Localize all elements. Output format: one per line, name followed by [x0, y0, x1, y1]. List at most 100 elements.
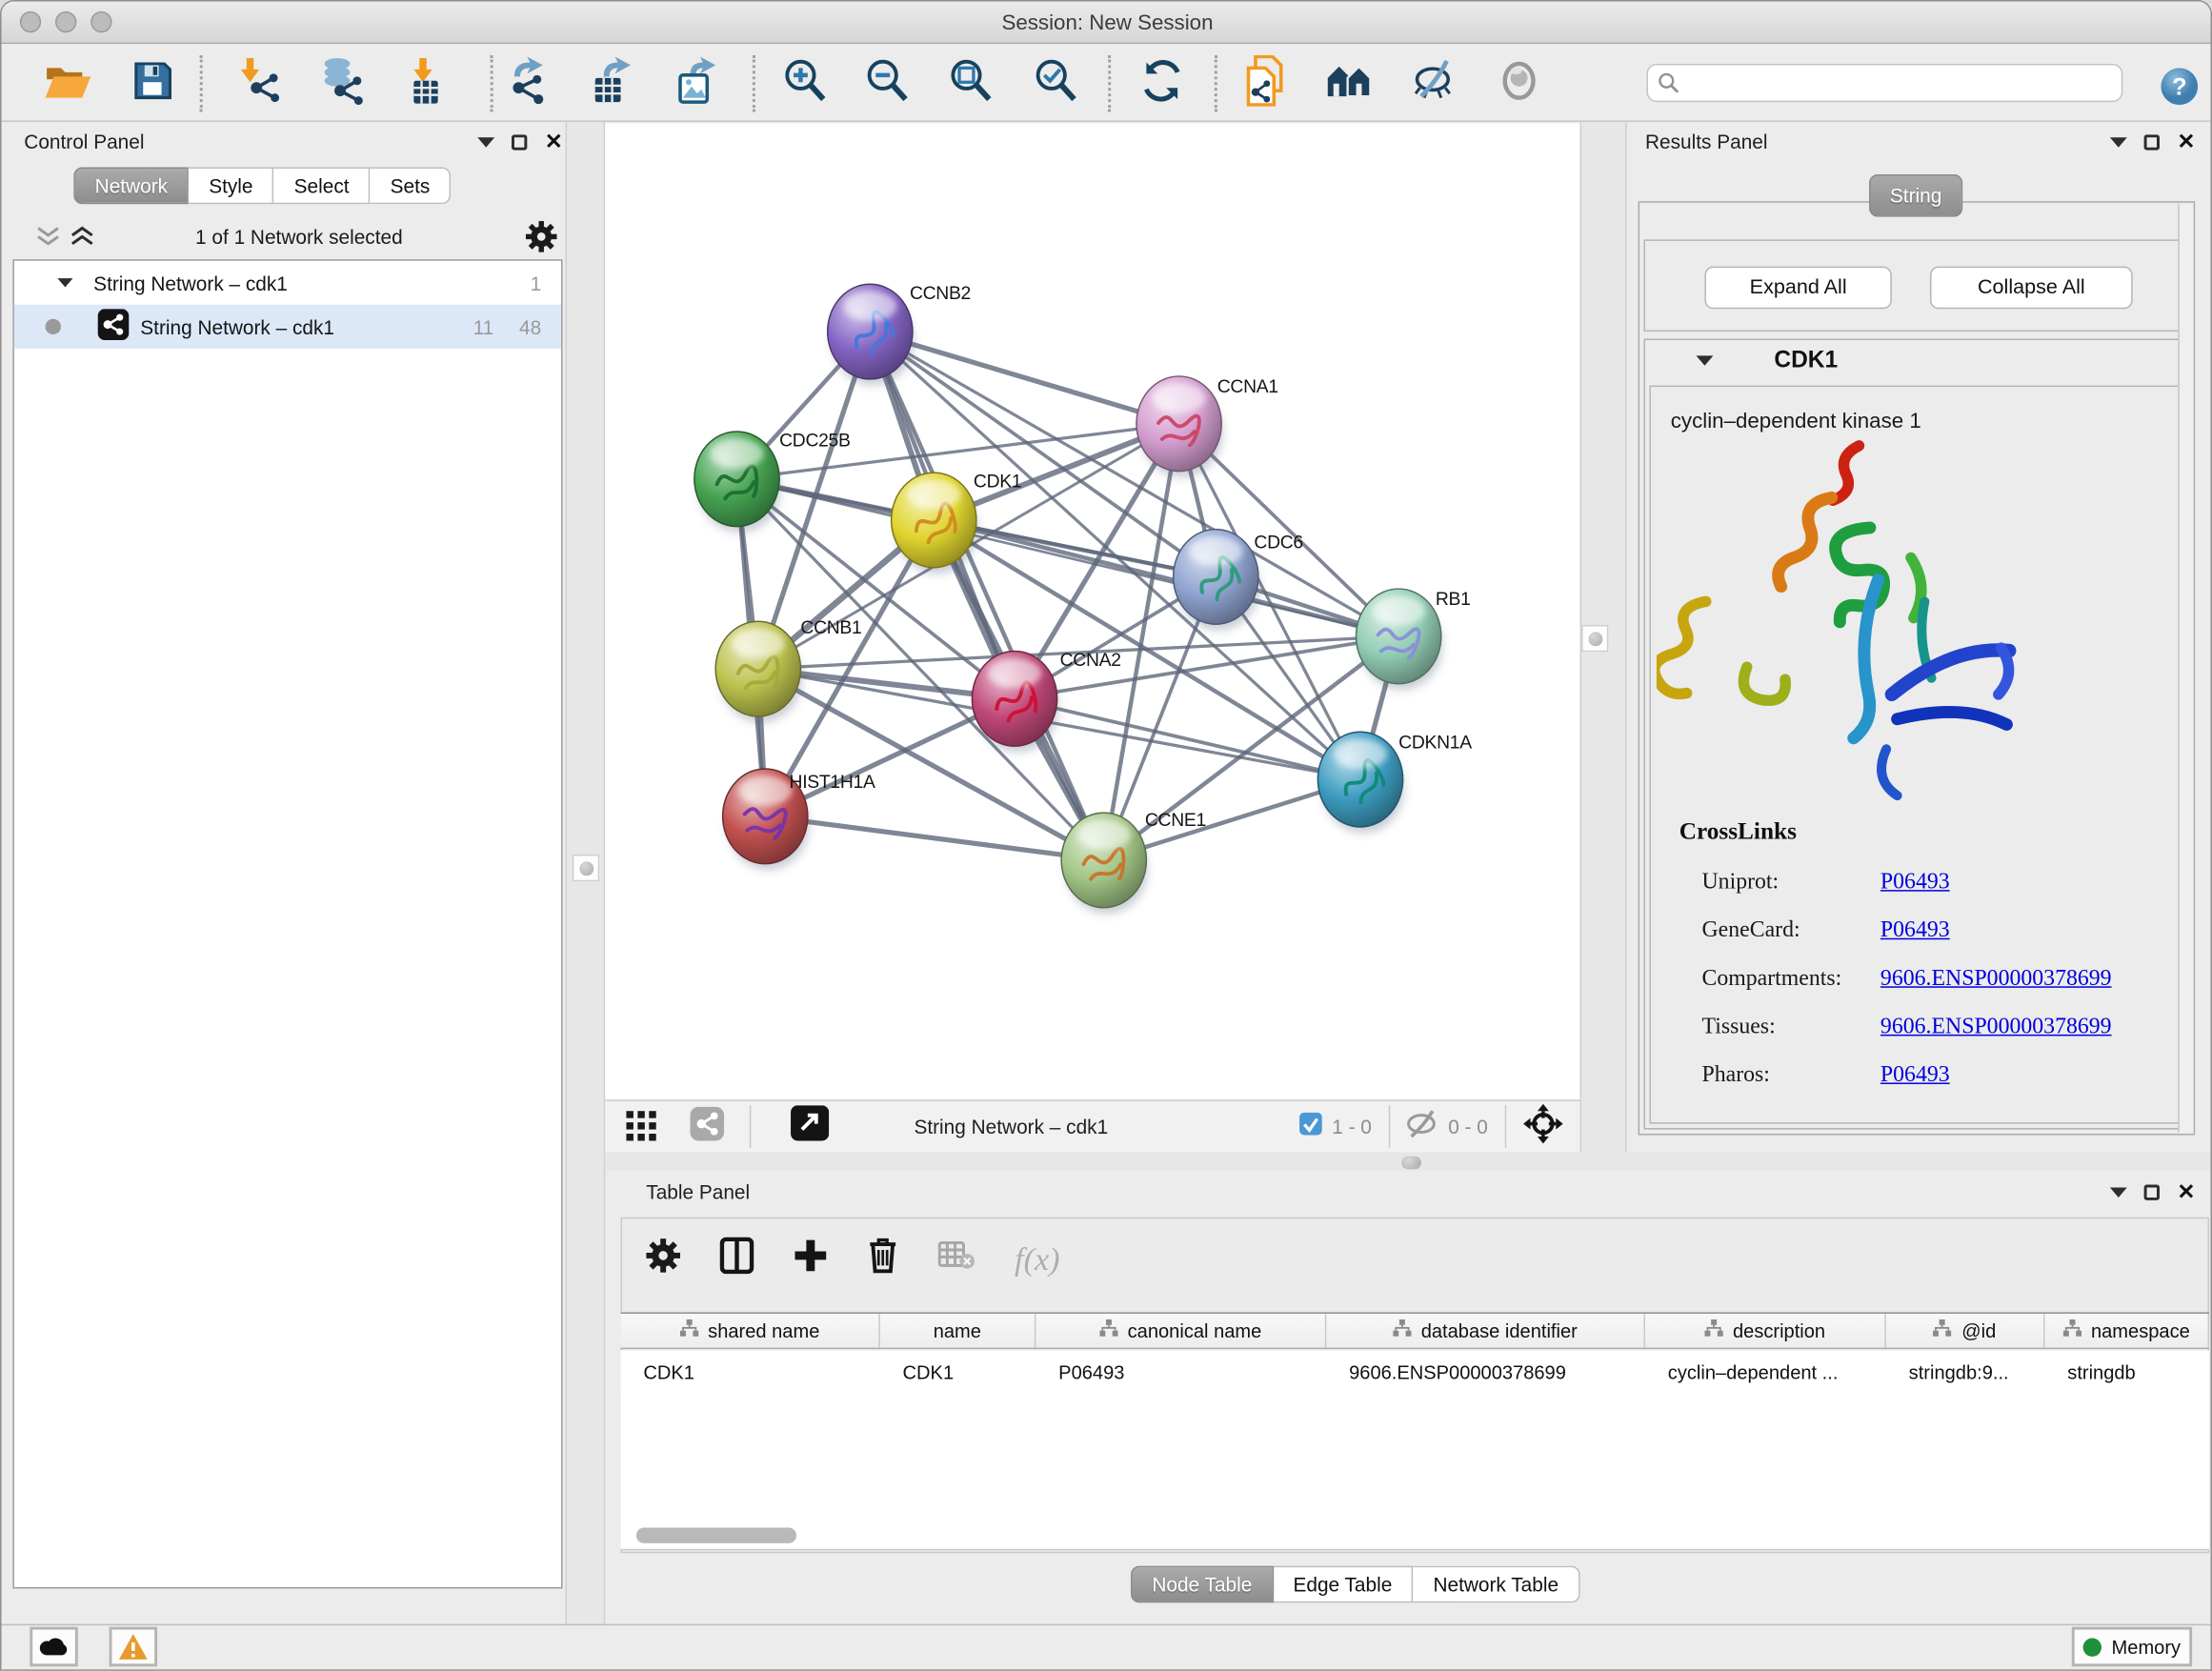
network-node-CCNE1[interactable]: CCNE1: [1061, 811, 1206, 914]
tab-node-table[interactable]: Node Table: [1131, 1566, 1274, 1603]
network-edge-CDK1-RB1[interactable]: [934, 520, 1398, 636]
column-header-namespace[interactable]: namespace: [2044, 1314, 2209, 1348]
search-input[interactable]: [1686, 69, 2122, 97]
add-column-icon[interactable]: [794, 1238, 828, 1279]
column-header-description[interactable]: description: [1645, 1314, 1886, 1348]
left-splitter-handle[interactable]: [573, 855, 599, 881]
hide-eye-slash-icon[interactable]: [1404, 50, 1466, 111]
collection-disclosure-icon[interactable]: [57, 278, 72, 287]
zoom-fit-icon[interactable]: [939, 50, 1001, 111]
table-cell[interactable]: cyclin–dependent ...: [1645, 1351, 1886, 1394]
network-node-HIST1H1A[interactable]: HIST1H1A: [723, 769, 875, 870]
network-node-CCNA2[interactable]: CCNA2: [972, 651, 1120, 753]
show-columns-icon[interactable]: [720, 1238, 754, 1281]
panel-menu-icon[interactable]: [478, 137, 495, 147]
network-edge-CCNB2-CCNA1[interactable]: [870, 332, 1178, 424]
search-box[interactable]: [1646, 64, 2122, 102]
birds-eye-view-icon[interactable]: [625, 1106, 659, 1147]
tab-edge-table[interactable]: Edge Table: [1274, 1566, 1414, 1603]
open-in-new-window-icon[interactable]: [791, 1105, 829, 1148]
cloud-button[interactable]: [30, 1627, 78, 1667]
network-edge-CCNA2-CDKN1A[interactable]: [1015, 698, 1360, 779]
zoom-selected-icon[interactable]: [1024, 50, 1086, 111]
crosslink-compartments-link[interactable]: 9606.ENSP00000378699: [1880, 966, 2112, 992]
import-table-from-file-icon[interactable]: [395, 50, 457, 111]
tab-network-table[interactable]: Network Table: [1414, 1566, 1580, 1603]
export-table-icon[interactable]: [579, 50, 641, 111]
horizontal-splitter-handle[interactable]: [1401, 1157, 1421, 1169]
table-cell[interactable]: 9606.ENSP00000378699: [1326, 1351, 1645, 1394]
panel-menu-icon[interactable]: [2111, 137, 2128, 147]
tab-select[interactable]: Select: [274, 168, 371, 205]
network-node-RB1[interactable]: RB1: [1357, 589, 1471, 690]
crosslink-genecard-link[interactable]: P06493: [1880, 918, 1950, 944]
zoom-out-icon[interactable]: [855, 50, 917, 111]
tab-network[interactable]: Network: [73, 168, 189, 205]
memory-button[interactable]: Memory: [2072, 1627, 2192, 1667]
help-icon[interactable]: ?: [2148, 55, 2210, 117]
network-canvas[interactable]: CCNB2CCNA1CDC25BCDK1CDC6RB1CCNB1CCNA2CDK…: [605, 123, 1579, 1099]
gene-disclosure-icon[interactable]: [1697, 355, 1714, 365]
results-scrollbar[interactable]: [2178, 204, 2193, 1132]
table-horizontal-scrollbar[interactable]: [636, 1528, 796, 1543]
home-icon[interactable]: [1320, 50, 1382, 111]
tab-sets[interactable]: Sets: [371, 168, 452, 205]
export-network-icon[interactable]: [497, 50, 559, 111]
column-header-name[interactable]: name: [880, 1314, 1036, 1348]
close-panel-icon[interactable]: ✕: [2177, 134, 2195, 150]
network-edge-CCNB2-CCNE1[interactable]: [870, 332, 1103, 860]
delete-table-icon[interactable]: [938, 1241, 975, 1277]
import-network-from-file-icon[interactable]: [230, 50, 292, 111]
pan-crosshair-icon[interactable]: [1523, 1103, 1563, 1150]
string-network-badge-icon[interactable]: [690, 1106, 724, 1147]
collapse-all-button[interactable]: Collapse All: [1930, 267, 2133, 310]
float-panel-icon[interactable]: [2144, 134, 2160, 150]
network-edge-HIST1H1A-CCNE1[interactable]: [765, 816, 1104, 860]
table-cell[interactable]: P06493: [1036, 1351, 1326, 1394]
table-cell[interactable]: CDK1: [621, 1351, 880, 1394]
table-cell[interactable]: stringdb: [2044, 1351, 2209, 1394]
network-node-CDC6[interactable]: CDC6: [1174, 530, 1303, 631]
close-panel-icon[interactable]: ✕: [2177, 1184, 2195, 1199]
apply-function-fx-icon[interactable]: f(x): [1015, 1240, 1059, 1278]
network-node-CDKN1A[interactable]: CDKN1A: [1317, 732, 1472, 833]
close-panel-icon[interactable]: ✕: [545, 134, 563, 150]
network-node-CCNB2[interactable]: CCNB2: [828, 284, 971, 386]
network-node-CCNA1[interactable]: CCNA1: [1136, 376, 1278, 477]
delete-column-trash-icon[interactable]: [867, 1238, 898, 1281]
column-header-database-identifier[interactable]: database identifier: [1326, 1314, 1645, 1348]
table-row[interactable]: CDK1CDK1P064939606.ENSP00000378699cyclin…: [621, 1351, 2209, 1394]
import-network-from-database-icon[interactable]: [312, 50, 373, 111]
collapse-all-networks-icon[interactable]: [35, 226, 61, 255]
float-panel-icon[interactable]: [513, 134, 528, 150]
network-from-selection-icon[interactable]: [1236, 50, 1297, 111]
crosslink-tissues-link[interactable]: 9606.ENSP00000378699: [1880, 1015, 2112, 1040]
expand-all-button[interactable]: Expand All: [1704, 267, 1891, 310]
network-options-gear-icon[interactable]: [526, 221, 557, 259]
save-session-icon[interactable]: [122, 50, 184, 111]
float-panel-icon[interactable]: [2144, 1184, 2160, 1199]
crosslink-uniprot-link[interactable]: P06493: [1880, 870, 1950, 896]
tab-style[interactable]: Style: [189, 168, 273, 205]
apply-layout-icon[interactable]: [1131, 50, 1193, 111]
zoom-in-icon[interactable]: [774, 50, 835, 111]
warnings-button[interactable]: [110, 1627, 158, 1667]
panel-menu-icon[interactable]: [2111, 1187, 2128, 1197]
table-settings-gear-icon[interactable]: [646, 1238, 680, 1279]
crosslink-pharos-link[interactable]: P06493: [1880, 1063, 1950, 1089]
column-header-canonical-name[interactable]: canonical name: [1036, 1314, 1326, 1348]
column-header-shared-name[interactable]: shared name: [621, 1314, 880, 1348]
column-header-@id[interactable]: @id: [1886, 1314, 2045, 1348]
network-collection-row[interactable]: String Network – cdk1 1: [14, 261, 561, 305]
network-node-CCNB1[interactable]: CCNB1: [715, 618, 861, 723]
network-node-CDK1[interactable]: CDK1: [892, 473, 1022, 574]
network-row[interactable]: String Network – cdk1 11 48: [14, 305, 561, 349]
hidden-eye-slash-icon[interactable]: [1404, 1109, 1439, 1144]
show-eye-icon[interactable]: [1488, 50, 1550, 111]
open-session-icon[interactable]: [37, 50, 99, 111]
tab-string[interactable]: String: [1869, 174, 1962, 217]
table-cell[interactable]: stringdb:9...: [1886, 1351, 2045, 1394]
selected-checkbox-icon[interactable]: [1299, 1112, 1322, 1141]
right-splitter-handle[interactable]: [1581, 625, 1608, 652]
export-image-icon[interactable]: [663, 50, 725, 111]
